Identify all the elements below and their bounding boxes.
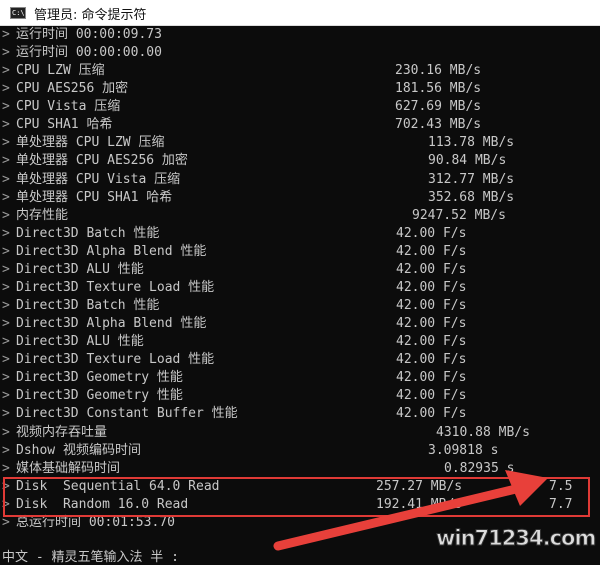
ime-status: 中文 - 精灵五笔输入法 半 : [2, 550, 179, 565]
annotation-arrow-icon [273, 470, 548, 551]
watermark: win71234.com [435, 526, 596, 551]
